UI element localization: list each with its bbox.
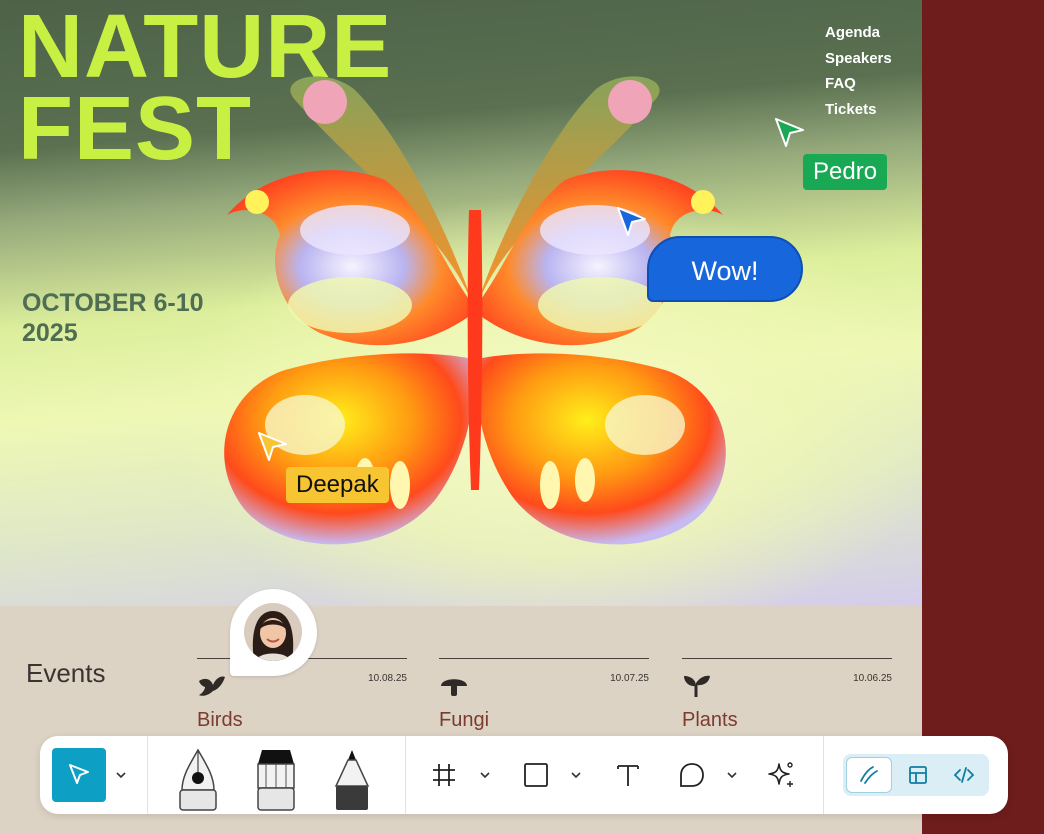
text-tool-button[interactable] xyxy=(610,757,646,793)
pedro-cursor-icon xyxy=(775,118,804,147)
pen-tool-button[interactable] xyxy=(168,744,228,814)
shape-tool-button[interactable] xyxy=(518,757,554,793)
event-name: Plants xyxy=(682,709,738,731)
design-canvas[interactable]: NATURE FEST OCTOBER 6-10 2025 Agenda Spe… xyxy=(0,0,922,834)
select-tool-button[interactable] xyxy=(52,748,106,802)
comment-cursor-icon xyxy=(617,207,646,236)
design-mode-icon xyxy=(909,766,927,784)
dev-mode-icon xyxy=(953,767,975,783)
pen-icon xyxy=(179,748,217,811)
design-mode-button[interactable] xyxy=(895,757,941,793)
frame-icon xyxy=(433,764,455,786)
toolbar-divider xyxy=(147,736,148,814)
comment-icon xyxy=(680,763,704,787)
event-name: Fungi xyxy=(439,709,490,731)
comment-bubble[interactable]: Wow! xyxy=(647,236,803,302)
draw-mode-icon xyxy=(860,766,878,784)
event-date: 10.06.25 xyxy=(853,673,892,684)
avatar xyxy=(244,603,302,661)
toolbar-divider xyxy=(405,736,406,814)
site-nav: Agenda Speakers FAQ Tickets xyxy=(825,20,892,122)
text-icon xyxy=(617,765,639,786)
toolbar xyxy=(40,736,1008,814)
deepak-cursor-icon xyxy=(258,432,287,461)
deepak-cursor-label: Deepak xyxy=(286,467,389,503)
event-date: 10.07.25 xyxy=(610,673,649,684)
pencil-tool-button[interactable] xyxy=(322,744,382,814)
nav-faq[interactable]: FAQ xyxy=(825,71,892,97)
hero-section: NATURE FEST OCTOBER 6-10 2025 Agenda Spe… xyxy=(0,0,922,606)
plant-icon xyxy=(684,675,710,697)
chevron-down-icon[interactable] xyxy=(114,768,128,782)
toolbar-divider xyxy=(823,736,824,814)
chevron-down-icon[interactable] xyxy=(478,768,492,782)
brush-tool-button[interactable] xyxy=(246,744,306,814)
bird-icon xyxy=(199,676,225,696)
draw-mode-button[interactable] xyxy=(846,757,892,793)
nav-speakers[interactable]: Speakers xyxy=(825,46,892,72)
chevron-down-icon[interactable] xyxy=(569,768,583,782)
events-heading: Events xyxy=(26,658,106,688)
dev-mode-button[interactable] xyxy=(941,757,987,793)
nav-agenda[interactable]: Agenda xyxy=(825,20,892,46)
frame-tool-button[interactable] xyxy=(426,757,462,793)
event-name: Birds xyxy=(197,709,243,731)
nav-tickets[interactable]: Tickets xyxy=(825,97,892,123)
event-date: 10.08.25 xyxy=(368,673,407,684)
chevron-down-icon[interactable] xyxy=(725,768,739,782)
pencil-icon xyxy=(334,750,370,810)
cursor-icon xyxy=(69,764,89,784)
mushroom-icon xyxy=(441,679,467,696)
festival-dates: OCTOBER 6-10 2025 xyxy=(22,289,204,347)
ai-sparkle-icon xyxy=(768,762,793,787)
comment-tool-button[interactable] xyxy=(674,757,710,793)
mode-switcher xyxy=(843,754,989,796)
ai-tool-button[interactable] xyxy=(764,757,800,793)
collaborator-avatar-bubble[interactable] xyxy=(230,589,317,676)
brush-icon xyxy=(257,750,295,811)
rectangle-icon xyxy=(524,763,548,787)
pedro-cursor-label: Pedro xyxy=(803,154,888,190)
